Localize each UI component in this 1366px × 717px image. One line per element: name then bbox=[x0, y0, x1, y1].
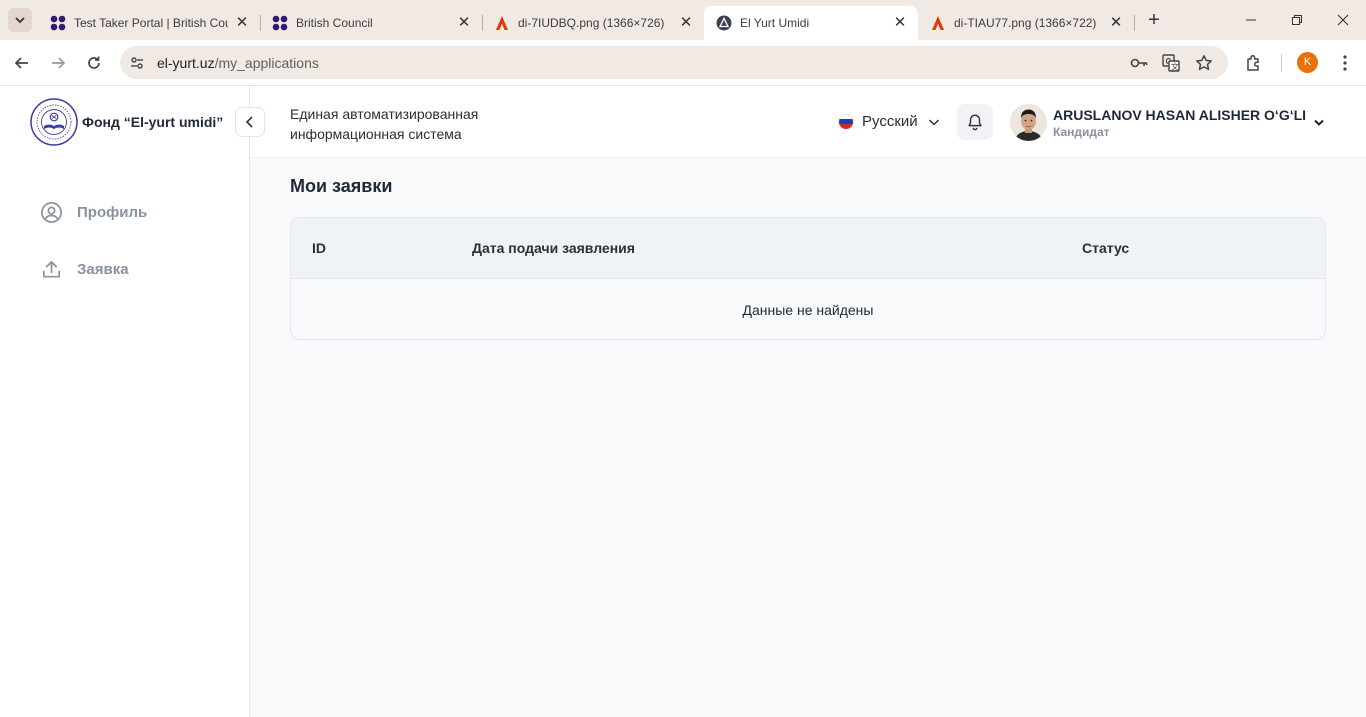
minimize-button[interactable] bbox=[1228, 0, 1274, 40]
toolbar-divider bbox=[1281, 54, 1282, 72]
russian-flag-icon bbox=[838, 113, 854, 130]
chevron-down-icon bbox=[928, 118, 939, 126]
restore-button[interactable] bbox=[1274, 0, 1320, 40]
brand-name: Фонд “El-yurt umidi” bbox=[82, 114, 224, 130]
close-icon[interactable]: ✕ bbox=[892, 15, 908, 31]
arrow-right-icon bbox=[52, 57, 66, 69]
tab-divider bbox=[1134, 15, 1135, 31]
brand[interactable]: Фонд “El-yurt umidi” bbox=[30, 98, 223, 146]
browser-tab[interactable]: British Council ✕ bbox=[260, 6, 483, 40]
site-settings-icon[interactable] bbox=[127, 53, 147, 73]
notifications-button[interactable] bbox=[957, 104, 993, 140]
browser-tab[interactable]: di-7IUDBQ.png (1366×726) ✕ bbox=[482, 6, 704, 40]
close-icon[interactable]: ✕ bbox=[1108, 15, 1124, 31]
close-icon[interactable]: ✕ bbox=[678, 15, 694, 31]
sidebar-item-label: Профиль bbox=[77, 204, 148, 221]
image-file-icon bbox=[930, 15, 946, 31]
sidebar-collapse-button[interactable] bbox=[235, 107, 265, 137]
back-button[interactable] bbox=[5, 46, 39, 80]
column-header-status: Статус bbox=[1082, 240, 1130, 256]
tab-title: di-7IUDBQ.png (1366×726) bbox=[518, 16, 665, 30]
web-page: Фонд “El-yurt umidi” Профиль Заявка Един… bbox=[0, 87, 1366, 717]
tab-title: El Yurt Umidi bbox=[740, 16, 810, 30]
more-menu-icon[interactable] bbox=[1335, 53, 1355, 73]
sidebar-item-application[interactable]: Заявка bbox=[40, 258, 129, 281]
user-menu-toggle[interactable] bbox=[1312, 115, 1326, 134]
column-header-id: ID bbox=[312, 240, 326, 256]
reload-button[interactable] bbox=[77, 46, 111, 80]
chevron-down-icon bbox=[1314, 119, 1324, 126]
upload-icon bbox=[42, 260, 61, 278]
applications-table: ID Дата подачи заявления Статус Данные н… bbox=[290, 217, 1326, 340]
forward-button[interactable] bbox=[41, 46, 75, 80]
svg-text:文: 文 bbox=[1171, 62, 1179, 72]
user-name: ARUSLANOV HASAN ALISHER O‘G‘LI bbox=[1053, 107, 1307, 123]
browser-toolbar: el-yurt.uz/my_applications G文 K bbox=[0, 40, 1366, 86]
close-icon[interactable]: ✕ bbox=[234, 15, 250, 31]
british-council-icon bbox=[50, 15, 66, 31]
el-yurt-logo bbox=[30, 98, 78, 146]
extensions-icon[interactable] bbox=[1244, 53, 1264, 73]
browser-tab-active[interactable]: El Yurt Umidi ✕ bbox=[704, 6, 918, 40]
close-icon[interactable]: ✕ bbox=[456, 15, 472, 31]
close-icon bbox=[1337, 14, 1349, 26]
password-key-icon[interactable] bbox=[1129, 53, 1149, 73]
chevron-left-icon bbox=[245, 116, 253, 128]
arrow-left-icon bbox=[14, 57, 28, 69]
language-label: Русский bbox=[862, 113, 918, 130]
profile-avatar[interactable]: K bbox=[1297, 52, 1318, 73]
user-role: Кандидат bbox=[1053, 125, 1110, 139]
tab-title: di-TIAU77.png (1366×722) bbox=[954, 16, 1097, 30]
tab-search-button[interactable] bbox=[8, 8, 32, 32]
el-yurt-icon bbox=[716, 15, 732, 31]
browser-tab[interactable]: Test Taker Portal | British Cou ✕ bbox=[38, 6, 261, 40]
column-header-date: Дата подачи заявления bbox=[472, 240, 635, 256]
empty-state-message: Данные не найдены bbox=[742, 301, 874, 318]
image-file-icon bbox=[494, 15, 510, 31]
page-title: Мои заявки bbox=[290, 176, 393, 196]
system-title: Единая автоматизированная информационная… bbox=[290, 106, 479, 142]
page-header: Единая автоматизированная информационная… bbox=[250, 87, 1366, 158]
url-path: /my_applications bbox=[214, 54, 319, 71]
minimize-icon bbox=[1246, 19, 1256, 21]
restore-icon bbox=[1292, 15, 1302, 25]
url-host: el-yurt.uz bbox=[157, 54, 215, 71]
sidebar-item-profile[interactable]: Профиль bbox=[40, 201, 147, 224]
table-header: ID Дата подачи заявления Статус bbox=[291, 218, 1325, 279]
tab-title: British Council bbox=[296, 16, 373, 30]
close-window-button[interactable] bbox=[1320, 0, 1366, 40]
browser-tab-bar: Test Taker Portal | British Cou ✕ Britis… bbox=[0, 0, 1366, 40]
chevron-down-icon bbox=[15, 17, 25, 24]
sidebar: Фонд “El-yurt umidi” Профиль Заявка bbox=[0, 87, 250, 717]
main-content: Мои заявки ID Дата подачи заявления Стат… bbox=[250, 158, 1366, 717]
translate-icon[interactable]: G文 bbox=[1161, 53, 1181, 73]
url-text: el-yurt.uz/my_applications bbox=[157, 55, 319, 71]
new-tab-button[interactable]: + bbox=[1140, 6, 1168, 34]
sidebar-item-label: Заявка bbox=[77, 261, 129, 278]
browser-tab[interactable]: di-TIAU77.png (1366×722) ✕ bbox=[918, 6, 1135, 40]
user-avatar[interactable] bbox=[1010, 104, 1047, 141]
address-bar[interactable]: el-yurt.uz/my_applications G文 bbox=[120, 46, 1228, 79]
bookmark-star-icon[interactable] bbox=[1194, 53, 1214, 73]
user-circle-icon bbox=[41, 202, 62, 223]
bell-icon bbox=[968, 114, 982, 131]
tab-title: Test Taker Portal | British Cou bbox=[74, 16, 228, 30]
reload-icon bbox=[88, 56, 100, 69]
british-council-icon bbox=[272, 15, 288, 31]
language-selector[interactable]: Русский bbox=[838, 113, 940, 130]
